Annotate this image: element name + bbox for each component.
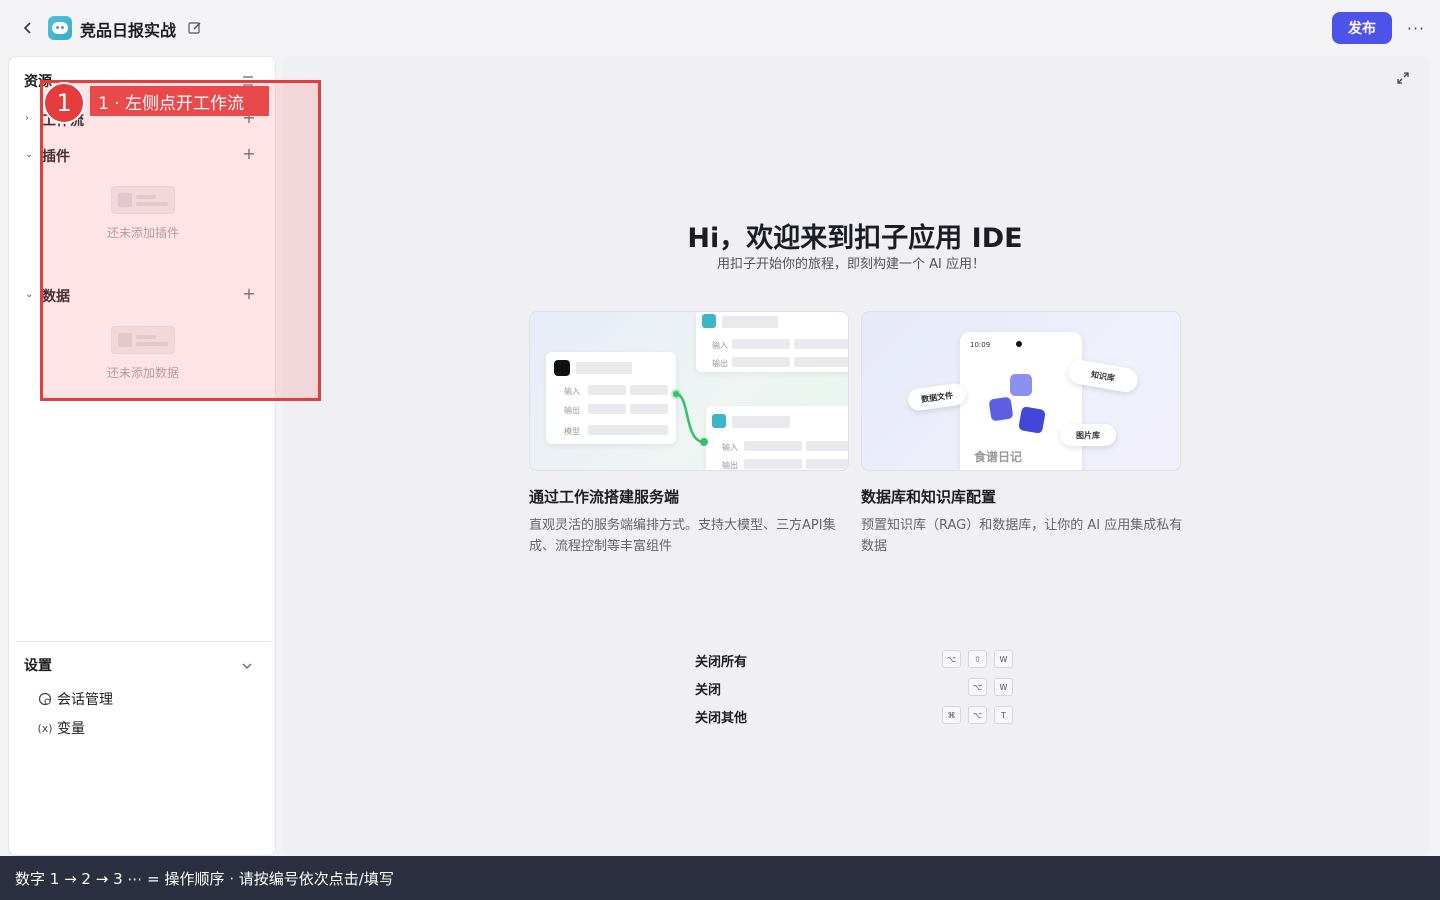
sidebar-divider [15,641,271,642]
edit-icon[interactable] [188,20,204,36]
key-w: W [994,650,1013,668]
code-icon [712,414,726,428]
chevron-right-icon: › [25,113,29,124]
shortcut-close: 关闭 ⌥ W [695,678,1015,698]
database-card-title[interactable]: 数据库和知识库配置 [861,486,996,507]
recipe-label: 食谱日记 [974,450,1023,464]
shortcut-close-others: 关闭其他 ⌘ ⌥ T [695,706,1015,726]
expand-icon[interactable] [1396,70,1412,86]
settings-item-variable[interactable]: (x) 变量 [37,718,85,738]
chevron-down-icon[interactable] [241,657,257,673]
model-node: 输入 输出 模型 [546,352,676,444]
annotation-instruction-label: 1 · 左侧点开工作流 [90,86,269,116]
shortcut-close-all: 关闭所有 ⌥ ⇧ W [695,650,1015,670]
image-icon [1018,406,1046,434]
shortcut-label: 关闭所有 [695,655,748,670]
app-logo-icon [48,16,72,40]
top-header: 竞品日报实战 发布 ··· [0,0,1440,56]
chevron-down-icon: ⌄ [25,149,34,160]
node-label: 输出 [564,406,580,415]
annotation-highlight-box [40,80,321,401]
back-arrow-icon[interactable] [18,18,38,38]
code-node-top: 输入 输出 [696,312,848,372]
workflow-card-illustration[interactable]: 输入 输出 模型 输入 输出 输入 输出 [529,311,849,471]
welcome-subtitle: 用扣子开始你的旅程，即刻构建一个 AI 应用！ [717,257,985,272]
shortcut-label: 关闭 [695,683,722,698]
node-label: 输入 [564,387,580,396]
model-node-icon [554,360,570,376]
key-option: ⌥ [968,678,987,696]
connector-line [671,389,708,446]
publish-button[interactable]: 发布 [1332,12,1392,44]
settings-item-conversation[interactable]: 会话管理 [37,689,113,709]
phone-time: 10:09 [970,341,991,349]
document-icon [988,396,1014,422]
settings-item-label: 会话管理 [57,692,113,708]
shortcut-label: 关闭其他 [695,711,748,726]
node-label: 输出 [722,461,738,470]
phone-camera [1016,341,1022,347]
image-library-pill: 图片库 [1060,424,1116,446]
workflow-card-description: 直观灵活的服务端编排方式。支持大模型、三方API集成、流程控制等丰富组件 [529,518,836,554]
main-panel [282,56,1430,856]
node-label: 输入 [722,443,738,452]
node-label: 模型 [564,427,580,436]
instruction-footer: 数字 1 → 2 → 3 ⋯ = 操作顺序 · 请按编号依次点击/填写 [0,856,1440,900]
key-w: W [994,678,1013,696]
welcome-title: Hi，欢迎来到扣子应用 IDE [687,223,1023,254]
node-label: 输出 [712,359,728,368]
settings-title: 设置 [24,658,52,674]
phone-mockup: 10:09 食谱日记 [960,332,1082,470]
key-option: ⌥ [968,706,987,724]
key-command: ⌘ [942,706,961,724]
data-file-pill: 数据文件 [906,382,968,412]
node-label: 输入 [712,341,728,350]
conversation-icon [37,691,53,707]
code-node-bottom: 输入 输出 [706,406,848,470]
more-options-icon[interactable]: ··· [1404,18,1428,38]
database-card-illustration[interactable]: 10:09 食谱日记 数据文件 知识库 图片库 [861,311,1181,471]
annotation-number-badge: 1 [43,82,85,124]
app-title: 竞品日报实战 [80,21,177,40]
variable-icon: (x) [37,721,53,735]
key-shift: ⇧ [968,650,987,668]
key-option: ⌥ [942,650,961,668]
workflow-card-title[interactable]: 通过工作流搭建服务端 [529,486,679,507]
database-icon [1010,374,1032,396]
chevron-down-icon: ⌄ [25,289,34,300]
database-card-description: 预置知识库（RAG）和数据库，让你的 AI 应用集成私有数据 [861,518,1183,554]
settings-item-label: 变量 [57,721,85,737]
code-icon [702,314,716,328]
key-t: T [994,706,1013,724]
